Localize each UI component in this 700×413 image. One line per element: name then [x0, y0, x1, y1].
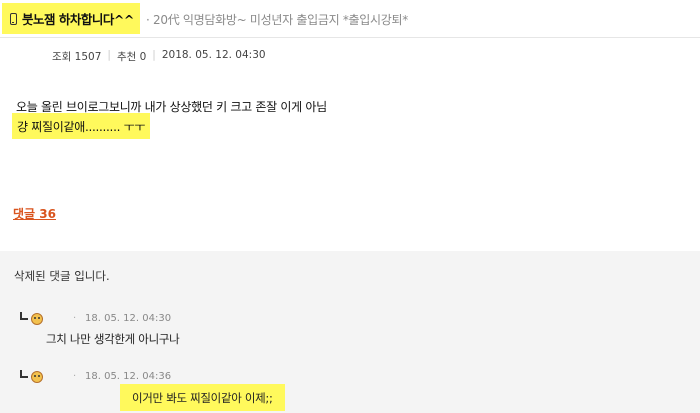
- post-date: 2018. 05. 12. 04:30: [161, 49, 266, 61]
- mobile-icon: [10, 12, 17, 25]
- dot-separator: ·: [73, 313, 77, 324]
- post-meta: 조회 1507 | 추천 0 | 2018. 05. 12. 04:30: [52, 49, 266, 64]
- post-body-line: 걍 찌질이같애.......... ㅜㅜ: [17, 119, 146, 134]
- post-body-highlight: 걍 찌질이같애.......... ㅜㅜ: [12, 113, 151, 139]
- board-link[interactable]: · 20代 익명담화방~ 미성년자 출입금지 *출입시강퇴*: [146, 11, 408, 28]
- like-count: 추천 0: [116, 51, 147, 63]
- post-header: 붓노잼 하차합니다^^ · 20代 익명담화방~ 미성년자 출입금지 *출입시강…: [0, 0, 700, 38]
- comment-date: 18. 05. 12. 04:36: [85, 371, 172, 382]
- dot-separator: ·: [73, 371, 77, 382]
- comment-text: 그치 나만 생각한게 아니구나: [46, 332, 180, 346]
- comment-section: 삭제된 댓글 입니다. · 18. 05. 12. 04:30 그치 나만 생각…: [0, 251, 700, 413]
- comment-text: 이거만 봐도 찌질이같아 이제;;: [132, 390, 273, 405]
- post-title-box[interactable]: 붓노잼 하차합니다^^: [2, 3, 140, 34]
- post-title: 붓노잼 하차합니다^^: [22, 12, 134, 27]
- deleted-comment: 삭제된 댓글 입니다.: [14, 269, 110, 283]
- avatar-icon[interactable]: [31, 371, 43, 383]
- meta-divider: |: [152, 49, 156, 61]
- reply-arrow-icon: [20, 370, 28, 378]
- comment-highlight: 이거만 봐도 찌질이같아 이제;;: [120, 384, 285, 411]
- meta-divider: |: [107, 49, 111, 61]
- comment-count-link[interactable]: 댓글 36: [13, 205, 56, 222]
- reply-arrow-icon: [20, 312, 28, 320]
- avatar-icon[interactable]: [31, 313, 43, 325]
- comment-date: 18. 05. 12. 04:30: [85, 313, 172, 324]
- view-count: 조회 1507: [52, 51, 102, 63]
